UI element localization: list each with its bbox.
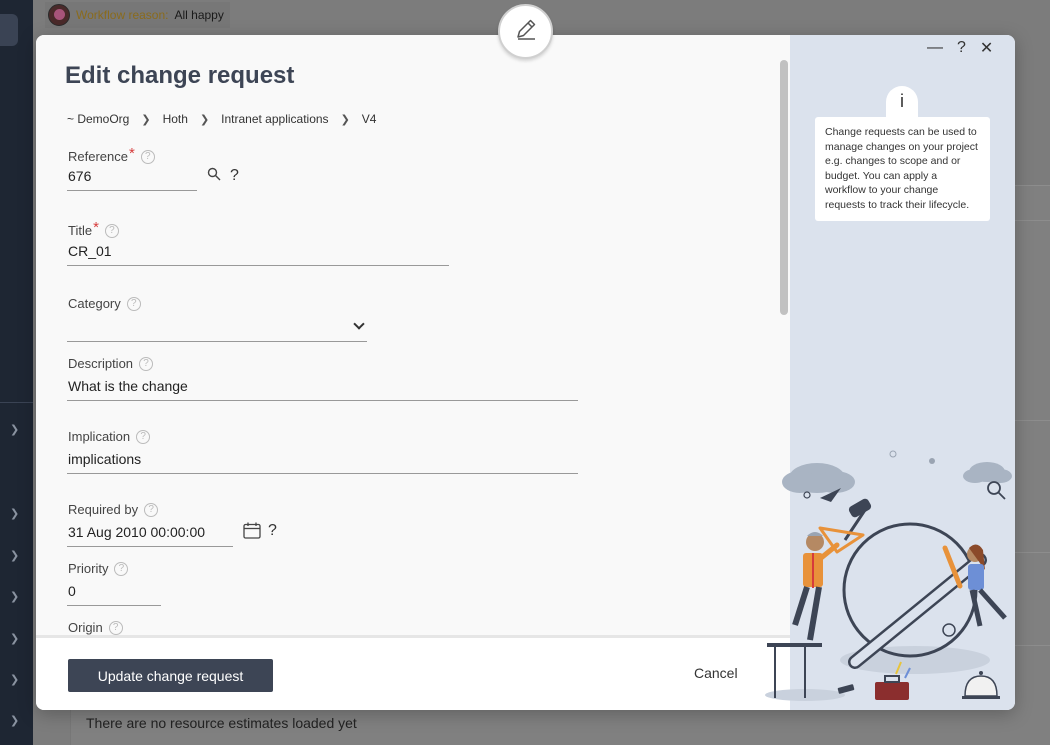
- chevron-right-icon: ❯: [199, 113, 210, 126]
- breadcrumb-item-project[interactable]: V4: [362, 112, 377, 126]
- help-circle-icon[interactable]: ?: [140, 149, 155, 164]
- help-circle-icon[interactable]: ?: [144, 502, 159, 517]
- chevron-right-icon: ❯: [10, 715, 20, 727]
- background-sidebar: ❯ ❯ ❯ ❯ ❯ ❯ ❯: [0, 0, 33, 745]
- category-label-text: Category: [68, 296, 121, 311]
- empty-estimates-text: There are no resource estimates loaded y…: [86, 715, 357, 731]
- reference-input[interactable]: [67, 167, 197, 191]
- description-input[interactable]: [67, 377, 578, 401]
- help-circle-icon[interactable]: ?: [126, 296, 141, 311]
- required-marker: *: [93, 219, 99, 236]
- form-scrollbar[interactable]: [780, 60, 788, 315]
- reference-help-button[interactable]: ?: [230, 167, 239, 185]
- workflow-reason-chip: Workflow reason: All happy: [45, 2, 230, 28]
- reference-label-text: Reference: [68, 149, 128, 164]
- form-pane: Edit change request ~ DemoOrg ❯ Hoth ❯ I…: [36, 35, 790, 635]
- chevron-right-icon: ❯: [10, 550, 20, 562]
- chevron-right-icon: ❯: [10, 591, 20, 603]
- help-circle-icon[interactable]: ?: [108, 620, 123, 635]
- category-select[interactable]: [67, 318, 367, 342]
- reference-label: Reference * ?: [68, 145, 155, 165]
- workflow-reason-label: Workflow reason:: [76, 8, 169, 22]
- implication-label-text: Implication: [68, 429, 131, 444]
- edit-pencil-badge: [498, 4, 553, 59]
- minimize-icon[interactable]: —: [927, 39, 943, 57]
- workflow-reason-value: All happy: [174, 8, 224, 22]
- origin-label-text: Origin: [68, 620, 103, 635]
- chevron-down-icon: [353, 318, 365, 330]
- cloud-icon: [782, 463, 855, 493]
- change-request-illustration: [765, 440, 1015, 710]
- update-change-request-button[interactable]: Update change request: [68, 659, 273, 692]
- priority-label-text: Priority: [68, 561, 109, 576]
- search-icon[interactable]: [207, 167, 221, 186]
- help-circle-icon[interactable]: ?: [104, 223, 119, 238]
- close-icon[interactable]: ✕: [980, 38, 993, 58]
- dialog-footer: Update change request Cancel: [36, 635, 790, 710]
- description-label: Description ?: [68, 356, 154, 371]
- priority-input[interactable]: [67, 582, 161, 606]
- dialog-title: Edit change request: [65, 62, 295, 89]
- implication-label: Implication ?: [68, 429, 151, 444]
- required-by-help-button[interactable]: ?: [268, 522, 277, 540]
- help-circle-icon[interactable]: ?: [136, 429, 151, 444]
- help-circle-icon[interactable]: ?: [114, 561, 129, 576]
- description-label-text: Description: [68, 356, 134, 371]
- help-circle-icon[interactable]: ?: [139, 356, 154, 371]
- chevron-right-icon: ❯: [340, 113, 350, 126]
- chevron-right-icon: ❯: [10, 508, 20, 520]
- info-icon: i: [886, 86, 918, 118]
- calendar-icon[interactable]: [243, 522, 261, 544]
- chevron-right-icon: ❯: [10, 424, 20, 436]
- cloud-icon: [963, 462, 1012, 483]
- breadcrumb-item-portfolio[interactable]: Hoth: [163, 112, 188, 126]
- required-marker: *: [128, 145, 135, 162]
- breadcrumb-item-program[interactable]: Intranet applications: [221, 112, 328, 126]
- pencil-icon: [513, 16, 539, 47]
- implication-input[interactable]: [67, 450, 578, 474]
- category-label: Category ?: [68, 296, 141, 311]
- title-input[interactable]: [67, 242, 449, 266]
- breadcrumb: ~ DemoOrg ❯ Hoth ❯ Intranet applications…: [67, 112, 376, 126]
- info-text: Change requests can be used to manage ch…: [815, 117, 990, 221]
- required-by-label-text: Required by: [68, 502, 139, 517]
- chevron-right-icon: ❯: [141, 113, 151, 126]
- chevron-right-icon: ❯: [10, 633, 20, 645]
- title-label: Title * ?: [68, 219, 119, 239]
- sidebar-active-indicator: [0, 14, 18, 46]
- origin-label: Origin ?: [68, 620, 123, 635]
- required-by-label: Required by ?: [68, 502, 159, 517]
- breadcrumb-item-org[interactable]: ~ DemoOrg: [67, 112, 129, 126]
- chevron-right-icon: ❯: [10, 674, 20, 686]
- cancel-button[interactable]: Cancel: [694, 665, 738, 681]
- help-icon[interactable]: ?: [957, 39, 966, 57]
- title-label-text: Title: [68, 223, 93, 238]
- avatar: [48, 4, 70, 26]
- required-by-input[interactable]: [67, 523, 233, 547]
- priority-label: Priority ?: [68, 561, 129, 576]
- window-controls: — ? ✕: [927, 38, 993, 58]
